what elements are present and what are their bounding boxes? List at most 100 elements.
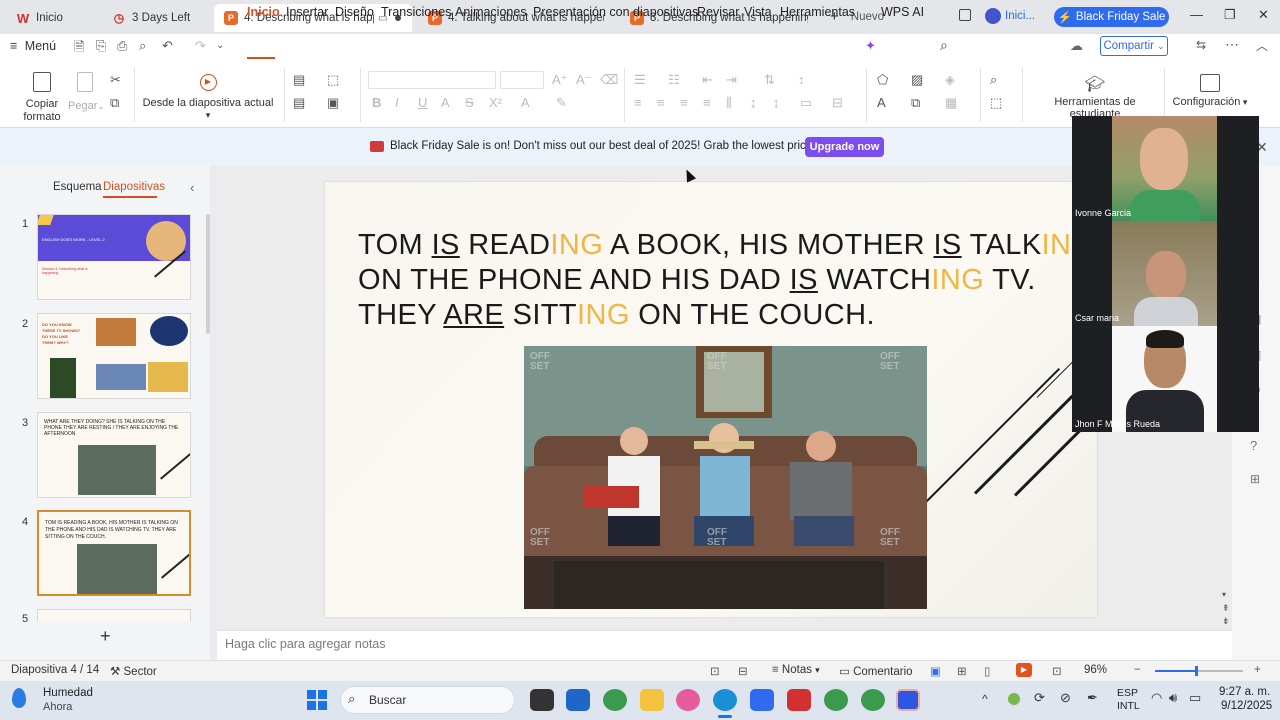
battery-icon[interactable]: ▭ [1189, 690, 1201, 706]
taskbar-search[interactable] [340, 686, 515, 714]
tray-pen-icon[interactable]: ✒ [1087, 690, 1098, 706]
notes-toggle[interactable]: ≡ Notas ▾ [772, 664, 820, 676]
cut-icon[interactable]: ✂ [110, 72, 121, 88]
wifi-icon[interactable]: ◠ [1151, 690, 1162, 706]
wps-icon[interactable] [787, 689, 811, 711]
chevron-left-icon[interactable]: ‹ [190, 180, 194, 195]
next-slide-icon[interactable]: ⇟ [1222, 616, 1230, 627]
menu-inicio[interactable]: Inicio [247, 5, 280, 19]
print-icon[interactable]: ⎙ [117, 38, 127, 54]
arrange-icon[interactable]: ⧉ [911, 95, 920, 111]
collapse-ribbon-icon[interactable]: ︿ [1256, 37, 1268, 54]
menu-vista[interactable]: Vista [744, 5, 772, 19]
tab-days-left[interactable]: ◷ 3 Days Left [102, 4, 210, 32]
close-button[interactable]: ✕ [1258, 7, 1269, 23]
sort-icon[interactable]: ↕ [798, 72, 805, 87]
fill-icon[interactable]: ◈ [945, 72, 955, 88]
line-spacing-icon[interactable]: ↨ [750, 95, 757, 110]
help-icon[interactable]: ? [1250, 438, 1257, 453]
zoom-slider-thumb[interactable] [1195, 666, 1198, 676]
decrease-indent-icon[interactable]: ⇤ [702, 72, 713, 88]
slide-thumbnail-4[interactable]: TOM IS READING A BOOK, HIS MOTHER IS TAL… [37, 510, 191, 596]
slide-title-text[interactable]: TOM IS READING A BOOK, HIS MOTHER IS TAL… [358, 228, 1094, 333]
section-icon[interactable]: ▤ [293, 95, 305, 111]
scroll-up-icon[interactable]: ▾ [1222, 590, 1226, 599]
decrease-font-icon[interactable]: A⁻ [576, 72, 592, 88]
slide-photo-family-couch[interactable]: OFF SET OFF SET OFF SET OFF SET OFF SET … [524, 346, 927, 609]
text-frame-icon[interactable]: A [877, 95, 886, 110]
play-slideshow-icon[interactable]: ▶ [1016, 663, 1032, 677]
cloud-icon[interactable]: ☁ [1070, 38, 1083, 54]
text-direction-icon[interactable]: ⇅ [764, 72, 775, 88]
prev-slide-icon[interactable]: ⇞ [1222, 603, 1230, 614]
underline-icon[interactable]: U [418, 95, 427, 110]
columns-icon[interactable]: ⫼ [726, 95, 732, 111]
fit-icon[interactable]: ⊡ [710, 664, 720, 678]
weather-title[interactable]: Humedad [43, 687, 93, 699]
undo-icon[interactable]: ↶ [162, 38, 173, 54]
slide-thumbnail-3[interactable]: WHAT ARE THEY DOING? SHE IS TALKING ON T… [37, 412, 191, 498]
user-account[interactable]: Inici... [985, 8, 1035, 24]
student-tools-button[interactable]: 🎓︎ Herramientas de estudiante [1030, 74, 1160, 120]
chrome-icon[interactable] [603, 689, 627, 711]
clock-time[interactable]: 9:27 a. m. [1219, 686, 1270, 698]
sync-icon[interactable]: ⇆ [1196, 38, 1206, 52]
zoom-app-icon[interactable] [896, 689, 920, 711]
menu-revisar[interactable]: Revisar [697, 5, 739, 19]
zoom-level[interactable]: 96% [1084, 664, 1107, 676]
slide-thumbnail-5[interactable] [37, 609, 191, 621]
slide-sorter-icon[interactable]: ⊞ [957, 664, 967, 678]
copilot-icon[interactable] [676, 689, 700, 711]
save-icon[interactable]: 🗎 [74, 38, 84, 60]
picture-icon[interactable]: ▨ [911, 72, 923, 88]
strikethrough-icon[interactable]: S [465, 95, 474, 110]
file-explorer-icon[interactable] [640, 689, 664, 711]
copy-format-button[interactable]: Copiar formato [20, 72, 64, 124]
text-box-icon[interactable]: ▭ [800, 95, 812, 111]
video-tile-1[interactable] [1112, 116, 1217, 221]
search-icon[interactable]: ⌕ [940, 37, 948, 54]
increase-indent-icon[interactable]: ⇥ [726, 72, 737, 88]
menu-presentacion[interactable]: Presentación con diapositivas [533, 5, 698, 19]
shadow-icon[interactable]: A [441, 95, 450, 110]
sector-button[interactable]: ⚒ Sector [110, 664, 157, 678]
video-tile-3[interactable] [1112, 326, 1217, 432]
autofit-icon[interactable]: ⊟ [738, 664, 748, 678]
upgrade-button[interactable]: Upgrade now [805, 137, 884, 157]
chevron-down-icon[interactable]: ⌄ [216, 40, 224, 51]
font-color-icon[interactable]: A [521, 95, 530, 110]
tab-outline[interactable]: Esquema [53, 181, 102, 193]
reset-icon[interactable]: ▣ [327, 95, 339, 111]
windows-start-icon[interactable] [307, 690, 327, 710]
superscript-icon[interactable]: X² [489, 95, 502, 110]
align-left-icon[interactable]: ≡ [634, 95, 642, 110]
tray-app-icon[interactable] [1008, 693, 1020, 705]
bullets-icon[interactable]: ☰ [634, 72, 646, 88]
menu-wps-ai[interactable]: WPS AI [881, 5, 924, 19]
align-right-icon[interactable]: ≡ [680, 95, 688, 110]
highlight-icon[interactable]: ✎ [556, 95, 567, 111]
zoom-in-icon[interactable]: + [1254, 664, 1261, 676]
layout-icon[interactable]: ▤ [293, 72, 305, 88]
align-text-icon[interactable]: ⊟ [832, 95, 843, 111]
normal-view-icon[interactable]: ▣ [930, 664, 941, 678]
task-view-icon[interactable] [530, 689, 554, 711]
chrome-icon[interactable] [824, 689, 848, 711]
settings-button[interactable]: Configuración ▾ [1170, 74, 1250, 108]
bold-icon[interactable]: B [372, 95, 381, 110]
video-tile-2[interactable] [1112, 221, 1217, 326]
language-primary[interactable]: ESP [1117, 687, 1138, 699]
font-family-select[interactable] [368, 71, 496, 89]
slide-thumbnail-1[interactable]: ENGLISH DOES WORK - LEVEL 2 Session 4: D… [37, 214, 191, 300]
more-icon[interactable]: ⋯ [1225, 36, 1239, 53]
chevron-up-icon[interactable]: ^ [982, 692, 988, 706]
find-icon[interactable]: ⌕ [990, 72, 997, 88]
reading-view-icon[interactable]: ▯ [984, 664, 990, 678]
numbering-icon[interactable]: ☷ [668, 72, 680, 88]
edge-icon[interactable] [713, 689, 737, 711]
app-icon[interactable] [750, 689, 774, 711]
store-icon[interactable] [566, 689, 590, 711]
tray-network-icon[interactable]: ⊘ [1060, 690, 1071, 706]
menu-herramientas[interactable]: Herramientas [780, 5, 855, 19]
zoom-out-icon[interactable]: − [1134, 664, 1141, 676]
